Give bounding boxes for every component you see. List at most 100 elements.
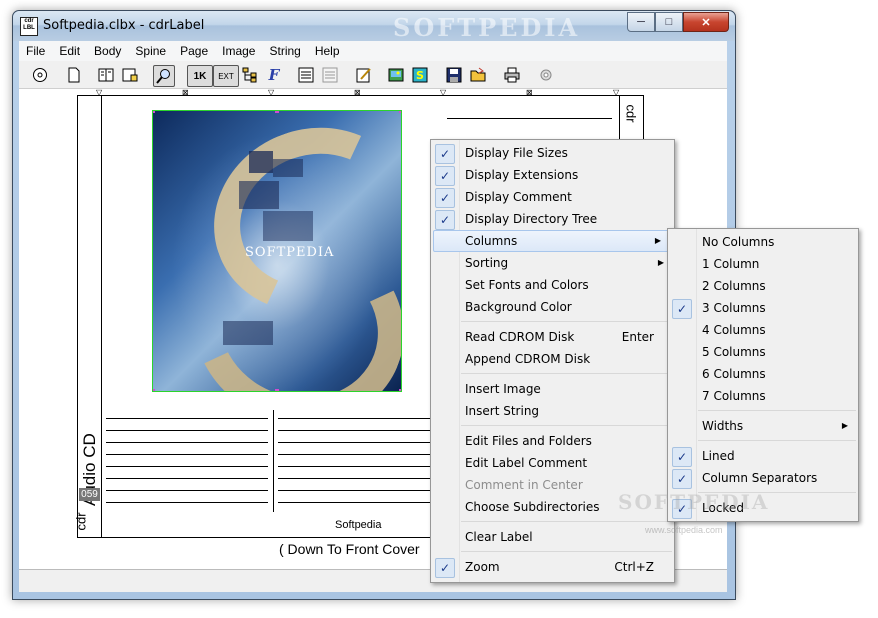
right-spine[interactable]: cdr	[619, 96, 643, 141]
menu-separator	[698, 410, 856, 411]
image-pixel-block	[223, 321, 273, 345]
menu-item-3-columns[interactable]: ✓ 3 Columns	[668, 297, 858, 319]
menu-item-no-columns[interactable]: No Columns	[668, 231, 858, 253]
menu-item-display-directory-tree[interactable]: ✓ Display Directory Tree	[431, 208, 674, 230]
disc-icon[interactable]	[31, 66, 49, 84]
menu-item-display-file-sizes[interactable]: ✓ Display File Sizes	[431, 142, 674, 164]
menu-item-1-column[interactable]: 1 Column	[668, 253, 858, 275]
ruler-marker[interactable]: ▽	[440, 89, 447, 97]
minimize-button[interactable]: ─	[627, 12, 655, 32]
tree-icon[interactable]	[241, 66, 259, 84]
menu-item-clear-label[interactable]: Clear Label	[431, 526, 674, 548]
title-bar[interactable]: cdr LBL Softpedia.clbx - cdrLabel SOFTPED…	[13, 11, 735, 42]
menu-item-edit-files-and-folders[interactable]: Edit Files and Folders	[431, 430, 674, 452]
new-page-icon[interactable]	[65, 66, 83, 84]
menu-item-6-columns[interactable]: 6 Columns	[668, 363, 858, 385]
check-icon: ✓	[435, 188, 455, 208]
book-add-icon[interactable]	[121, 66, 139, 84]
menu-item-widths[interactable]: Widths ▶	[668, 415, 858, 437]
menu-item-label: 6 Columns	[702, 367, 766, 381]
menu-item-set-fonts-and-colors[interactable]: Set Fonts and Colors	[431, 274, 674, 296]
track-line	[106, 454, 268, 455]
book-icon[interactable]	[97, 66, 115, 84]
resize-handle[interactable]	[399, 111, 401, 113]
menu-item-label: Background Color	[465, 300, 572, 314]
menu-item-7-columns[interactable]: 7 Columns	[668, 385, 858, 407]
softpedia-watermark-url: www.softpedia.com	[645, 525, 723, 535]
label-footer-text: Softpedia	[335, 519, 382, 531]
list-icon[interactable]	[297, 66, 315, 84]
resize-handle[interactable]	[399, 389, 401, 391]
ruler-marker[interactable]: ⊠	[182, 89, 189, 97]
menu-item-append-cdrom-disk[interactable]: Append CDROM Disk	[431, 348, 674, 370]
settings-icon[interactable]	[537, 66, 555, 84]
menu-item-label: Insert String	[465, 404, 540, 418]
menu-item-label: Zoom	[465, 560, 500, 574]
menu-spine[interactable]: Spine	[128, 41, 173, 61]
open-folder-icon[interactable]	[469, 66, 487, 84]
ruler-marker[interactable]: ⊠	[354, 89, 361, 97]
track-line	[278, 430, 438, 431]
ruler-marker[interactable]: ⊠	[526, 89, 533, 97]
menu-item-4-columns[interactable]: 4 Columns	[668, 319, 858, 341]
track-line	[278, 418, 438, 419]
menu-help[interactable]: Help	[308, 41, 347, 61]
image-s-icon[interactable]: S	[411, 66, 429, 84]
menu-item-label: Insert Image	[465, 382, 541, 396]
menu-item-display-comment[interactable]: ✓ Display Comment	[431, 186, 674, 208]
menu-item-sorting[interactable]: Sorting ▶	[431, 252, 674, 274]
menu-item-background-color[interactable]: Background Color	[431, 296, 674, 318]
menu-item-insert-image[interactable]: Insert Image	[431, 378, 674, 400]
menu-edit[interactable]: Edit	[52, 41, 87, 61]
menu-file[interactable]: File	[19, 41, 52, 61]
menu-item-label: Append CDROM Disk	[465, 352, 591, 366]
menu-item-lined[interactable]: ✓ Lined	[668, 445, 858, 467]
image-pixel-block	[273, 159, 303, 177]
menu-string[interactable]: String	[262, 41, 307, 61]
cover-image[interactable]: SOFTPEDIA	[152, 110, 402, 392]
check-icon: ✓	[672, 447, 692, 467]
menu-page[interactable]: Page	[173, 41, 215, 61]
ext-button[interactable]: EXT	[213, 65, 239, 87]
resize-handle[interactable]	[275, 111, 279, 113]
list-gray-icon[interactable]	[321, 66, 339, 84]
save-icon[interactable]	[445, 66, 463, 84]
menu-item-label: Display Directory Tree	[465, 212, 598, 226]
menu-item-columns[interactable]: Columns ▶	[433, 230, 672, 252]
menu-item-2-columns[interactable]: 2 Columns	[668, 275, 858, 297]
menu-item-insert-string[interactable]: Insert String	[431, 400, 674, 422]
menu-item-label: Sorting	[465, 256, 509, 270]
zoom-icon[interactable]	[153, 65, 175, 87]
track-line	[106, 430, 268, 431]
menu-image[interactable]: Image	[215, 41, 262, 61]
menu-item-5-columns[interactable]: 5 Columns	[668, 341, 858, 363]
ruler-marker[interactable]: ▽	[268, 89, 275, 97]
resize-handle[interactable]	[153, 389, 155, 391]
track-line	[278, 502, 438, 503]
menu-item-shortcut: Enter	[621, 330, 654, 344]
resize-handle[interactable]	[275, 389, 279, 391]
menu-item-read-cdrom-disk[interactable]: Read CDROM Disk Enter	[431, 326, 674, 348]
close-button[interactable]: ✕	[683, 12, 729, 32]
resize-handle[interactable]	[153, 111, 155, 113]
one-k-button[interactable]: 1K	[187, 65, 213, 87]
track-line	[106, 466, 268, 467]
check-icon: ✓	[672, 469, 692, 489]
left-spine[interactable]: Audio CD 059 cdr	[74, 96, 102, 537]
menu-item-zoom[interactable]: ✓ Zoom Ctrl+Z	[431, 556, 674, 578]
menu-item-edit-label-comment[interactable]: Edit Label Comment	[431, 452, 674, 474]
app-icon[interactable]: cdr LBL	[20, 17, 38, 36]
menu-body[interactable]: Body	[87, 41, 128, 61]
menu-item-shortcut: Ctrl+Z	[614, 560, 654, 574]
maximize-button[interactable]: □	[655, 12, 683, 32]
menu-item-label: Read CDROM Disk	[465, 330, 575, 344]
menu-item-column-separators[interactable]: ✓ Column Separators	[668, 467, 858, 489]
track-line	[106, 490, 268, 491]
check-icon: ✓	[435, 144, 455, 164]
image-icon[interactable]	[387, 66, 405, 84]
edit-icon[interactable]	[355, 66, 373, 84]
font-icon[interactable]: F	[265, 66, 283, 84]
track-line	[106, 502, 268, 503]
menu-item-display-extensions[interactable]: ✓ Display Extensions	[431, 164, 674, 186]
print-icon[interactable]	[503, 66, 521, 84]
